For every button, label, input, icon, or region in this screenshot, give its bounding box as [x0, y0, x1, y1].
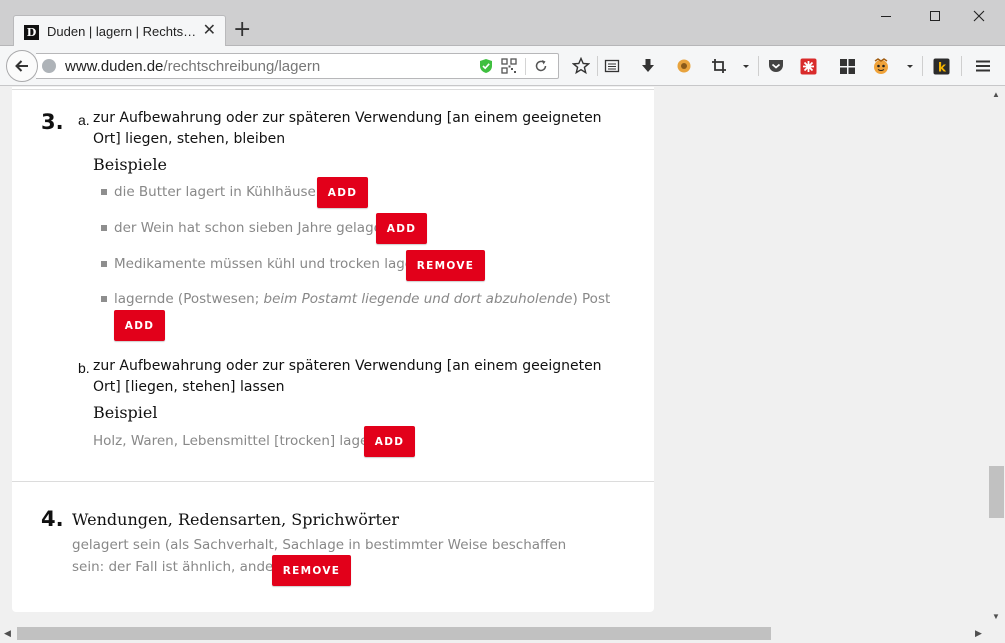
extension-squirrel-icon[interactable] — [675, 57, 693, 75]
remove-example-3-button[interactable]: REMOVE — [406, 250, 485, 281]
back-button[interactable] — [6, 50, 38, 82]
hamburger-menu-icon[interactable] — [974, 57, 992, 75]
dropdown-arrow-icon[interactable] — [901, 57, 919, 75]
example-3b: Holz, Waren, Lebensmittel [trocken] lage… — [93, 433, 383, 449]
horizontal-scrollbar[interactable]: ◀ ▶ — [0, 625, 988, 643]
example-3: Medikamente müssen kühl und trocken lage… — [114, 256, 427, 272]
shield-icon[interactable] — [479, 58, 493, 79]
extension-k-icon[interactable]: k — [932, 57, 950, 75]
subsense-letter-a: a. — [78, 112, 90, 128]
url-separator — [525, 58, 526, 75]
bullet — [101, 189, 107, 195]
tiles-icon[interactable] — [838, 57, 856, 75]
examples-heading-3a: Beispiele — [93, 155, 167, 174]
bullet — [101, 296, 107, 302]
toolbar-separator — [597, 56, 598, 76]
reload-icon[interactable] — [533, 58, 549, 79]
dropdown-arrow-icon[interactable] — [737, 57, 755, 75]
page-viewport: 3. a. zur Aufbewahrung oder zur späteren… — [0, 87, 988, 625]
toolbar-separator — [961, 56, 962, 76]
url-path: /rechtschreibung/lagern — [163, 58, 321, 75]
window-close-icon[interactable] — [957, 4, 1001, 28]
reading-list-icon[interactable] — [603, 57, 621, 75]
bullet — [101, 261, 107, 267]
remove-idiom-button[interactable]: REMOVE — [272, 555, 351, 586]
scroll-down-arrow-icon[interactable]: ▼ — [992, 612, 1000, 621]
back-arrow-icon — [15, 60, 28, 72]
scroll-left-arrow-icon[interactable]: ◀ — [4, 628, 11, 639]
tab-close-icon[interactable]: ✕ — [203, 22, 216, 40]
crop-screenshot-icon[interactable] — [710, 57, 728, 75]
bullet — [101, 225, 107, 231]
pocket-icon[interactable] — [767, 57, 785, 75]
section-divider — [12, 481, 654, 482]
download-icon[interactable] — [639, 57, 657, 75]
idioms-heading: Wendungen, Redensarten, Sprichwörter — [72, 510, 400, 529]
toolbar-separator — [922, 56, 923, 76]
extension-red-icon[interactable] — [799, 57, 817, 75]
greasemonkey-icon[interactable] — [872, 57, 890, 75]
add-example-1-button[interactable]: ADD — [317, 177, 368, 208]
browser-tab[interactable]: D Duden | lagern | Rechts… ✕ — [13, 15, 226, 47]
definition-3a: zur Aufbewahrung oder zur späteren Verwe… — [93, 110, 602, 147]
title-bar: D Duden | lagern | Rechts… ✕ + — [0, 0, 1005, 47]
example-4-text: lagernde (Postwesen; — [114, 291, 264, 307]
definition-3b: zur Aufbewahrung oder zur späteren Verwe… — [93, 358, 602, 395]
bookmark-star-icon[interactable] — [572, 57, 590, 75]
example-4: lagernde (Postwesen; beim Postamt liegen… — [114, 288, 610, 310]
horizontal-scroll-thumb[interactable] — [17, 627, 771, 640]
tab-title: Duden | lagern | Rechts… — [47, 24, 197, 39]
example-4-italic: beim Postamt liegende und dort abzuholen… — [263, 291, 573, 307]
example-2: der Wein hat schon sieben Jahre gelagert — [114, 220, 393, 236]
scroll-up-arrow-icon[interactable]: ▲ — [992, 90, 1000, 99]
add-example-3b-button[interactable]: ADD — [364, 426, 415, 457]
examples-heading-3b: Beispiel — [93, 403, 158, 422]
minimize-icon[interactable] — [864, 4, 908, 28]
globe-icon — [42, 59, 56, 73]
url-domain: www.duden.de — [65, 58, 164, 75]
vertical-scrollbar[interactable]: ▲ ▼ — [988, 87, 1005, 625]
scroll-right-arrow-icon[interactable]: ▶ — [975, 628, 982, 639]
subsense-letter-b: b. — [78, 360, 90, 376]
qr-code-icon[interactable] — [501, 58, 517, 79]
card-top-divider — [12, 89, 654, 90]
sense-number-4: 4. — [41, 507, 64, 531]
url-text[interactable]: www.duden.de/rechtschreibung/lagern — [65, 58, 320, 75]
example-1: die Butter lagert in Kühlhäusern — [114, 184, 330, 200]
scrollbar-corner — [988, 625, 1005, 643]
navigation-toolbar: www.duden.de/rechtschreibung/lagern k — [0, 46, 1005, 86]
duden-favicon-icon: D — [24, 25, 39, 40]
maximize-icon[interactable] — [913, 4, 957, 28]
meaning-card: 3. a. zur Aufbewahrung oder zur späteren… — [12, 87, 654, 612]
add-example-4-button[interactable]: ADD — [114, 310, 165, 341]
svg-text:k: k — [938, 60, 947, 74]
url-bar[interactable]: www.duden.de/rechtschreibung/lagern — [36, 53, 559, 79]
sense-number-3: 3. — [41, 110, 64, 134]
add-example-2-button[interactable]: ADD — [376, 213, 427, 244]
toolbar-separator — [758, 56, 759, 76]
vertical-scroll-thumb[interactable] — [989, 466, 1004, 518]
new-tab-icon[interactable]: + — [233, 18, 251, 42]
example-4-text-end: ) Post — [572, 291, 611, 307]
